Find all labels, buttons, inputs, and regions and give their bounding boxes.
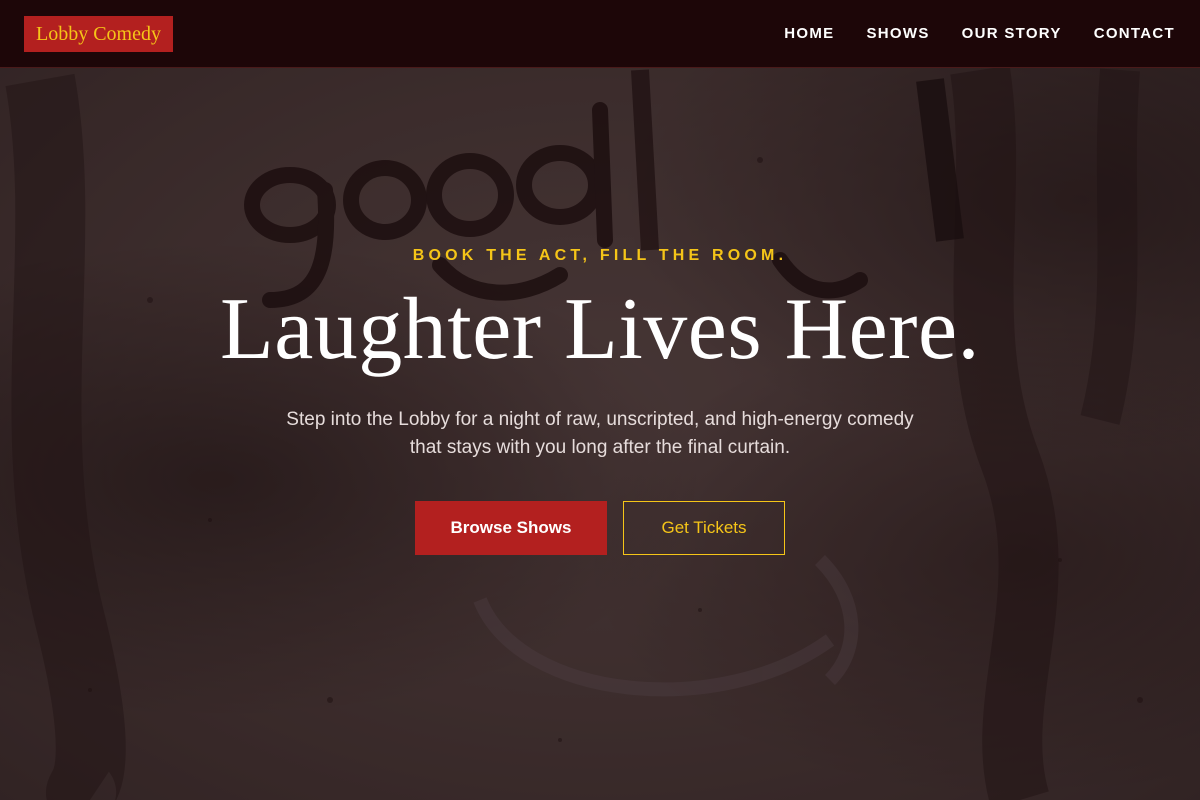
nav-item-shows[interactable]: SHOWS xyxy=(866,25,929,42)
get-tickets-button[interactable]: Get Tickets xyxy=(623,501,785,555)
hero-headline: Laughter Lives Here. xyxy=(219,281,981,378)
hero-subtitle: Step into the Lobby for a night of raw, … xyxy=(286,409,914,458)
hero-buttons: Browse Shows Get Tickets xyxy=(0,501,1200,555)
hero-section: BOOK THE ACT, FILL THE ROOM. Laughter Li… xyxy=(0,68,1200,800)
page: Lobby Comedy HOME SHOWS OUR STORY CONTAC… xyxy=(0,0,1200,800)
main-nav: HOME SHOWS OUR STORY CONTACT xyxy=(752,25,1175,42)
hero-eyebrow: BOOK THE ACT, FILL THE ROOM. xyxy=(412,247,788,264)
browse-shows-button[interactable]: Browse Shows xyxy=(415,501,607,555)
nav-item-contact[interactable]: CONTACT xyxy=(1094,25,1175,42)
nav-item-our-story[interactable]: OUR STORY xyxy=(962,25,1062,42)
nav-item-home[interactable]: HOME xyxy=(784,25,834,42)
site-header: Lobby Comedy HOME SHOWS OUR STORY CONTAC… xyxy=(0,0,1200,68)
site-logo[interactable]: Lobby Comedy xyxy=(24,15,173,52)
